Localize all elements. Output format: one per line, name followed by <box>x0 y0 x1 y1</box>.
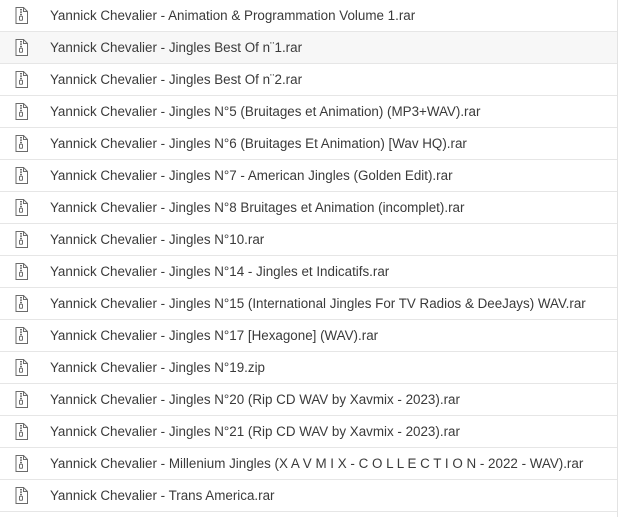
file-name: Yannick Chevalier - Jingles N°20 (Rip CD… <box>50 392 460 407</box>
file-name: Yannick Chevalier - Millenium Jingles (X… <box>50 456 584 471</box>
file-name: Yannick Chevalier - Jingles N°15 (Intern… <box>50 296 586 311</box>
file-row[interactable]: Yannick Chevalier - Trans America.rar <box>0 480 618 512</box>
archive-file-icon <box>15 199 28 216</box>
archive-file-icon <box>15 39 28 56</box>
archive-file-icon <box>15 263 28 280</box>
file-row[interactable]: Yannick Chevalier - Jingles N°21 (Rip CD… <box>0 416 618 448</box>
archive-file-icon <box>15 391 28 408</box>
archive-file-icon <box>15 487 28 504</box>
file-row[interactable]: Yannick Chevalier - Jingles N°17 [Hexago… <box>0 320 618 352</box>
file-row[interactable]: Yannick Chevalier - Jingles N°15 (Intern… <box>0 288 618 320</box>
file-row[interactable]: Yannick Chevalier - Jingles Best Of n¨1.… <box>0 32 618 64</box>
archive-file-icon <box>15 167 28 184</box>
archive-file-icon <box>15 295 28 312</box>
archive-file-icon <box>15 423 28 440</box>
file-name: Yannick Chevalier - Jingles N°10.rar <box>50 232 265 247</box>
archive-file-icon <box>15 455 28 472</box>
file-name: Yannick Chevalier - Jingles N°21 (Rip CD… <box>50 424 460 439</box>
archive-file-icon <box>15 71 28 88</box>
file-row[interactable]: Yannick Chevalier - Millenium Jingles (X… <box>0 448 618 480</box>
file-row[interactable]: Yannick Chevalier - Jingles Best Of n¨2.… <box>0 64 618 96</box>
file-name: Yannick Chevalier - Jingles N°8 Bruitage… <box>50 200 465 215</box>
file-row[interactable]: Yannick Chevalier - Jingles N°19.zip <box>0 352 618 384</box>
file-name: Yannick Chevalier - Animation & Programm… <box>50 8 416 23</box>
file-name: Yannick Chevalier - Jingles N°14 - Jingl… <box>50 264 390 279</box>
file-list: Yannick Chevalier - Animation & Programm… <box>0 0 618 517</box>
file-name: Yannick Chevalier - Trans America.rar <box>50 488 275 503</box>
file-row[interactable]: Yannick Chevalier - Jingles N°14 - Jingl… <box>0 256 618 288</box>
file-name: Yannick Chevalier - Jingles N°6 (Bruitag… <box>50 136 467 151</box>
archive-file-icon <box>15 103 28 120</box>
file-row[interactable]: Yannick Chevalier - Jingles N°6 (Bruitag… <box>0 128 618 160</box>
archive-file-icon <box>15 7 28 24</box>
archive-file-icon <box>15 327 28 344</box>
archive-file-icon <box>15 135 28 152</box>
file-name: Yannick Chevalier - Jingles N°7 - Americ… <box>50 168 453 183</box>
file-row[interactable]: Yannick Chevalier - Jingles N°20 (Rip CD… <box>0 384 618 416</box>
archive-file-icon <box>15 231 28 248</box>
file-row[interactable]: Yannick Chevalier - Jingles N°10.rar <box>0 224 618 256</box>
archive-file-icon <box>15 359 28 376</box>
file-row[interactable]: Yannick Chevalier - Animation & Programm… <box>0 0 618 32</box>
file-name: Yannick Chevalier - Jingles N°5 (Bruitag… <box>50 104 481 119</box>
file-name: Yannick Chevalier - Jingles Best Of n¨1.… <box>50 40 303 55</box>
file-name: Yannick Chevalier - Jingles Best Of n¨2.… <box>50 72 303 87</box>
file-name: Yannick Chevalier - Jingles N°19.zip <box>50 360 265 375</box>
file-row[interactable]: Yannick Chevalier - Jingles N°5 (Bruitag… <box>0 96 618 128</box>
file-row[interactable]: Yannick Chevalier - Jingles N°8 Bruitage… <box>0 192 618 224</box>
file-name: Yannick Chevalier - Jingles N°17 [Hexago… <box>50 328 379 343</box>
file-row[interactable]: Yannick Chevalier - Jingles N°7 - Americ… <box>0 160 618 192</box>
